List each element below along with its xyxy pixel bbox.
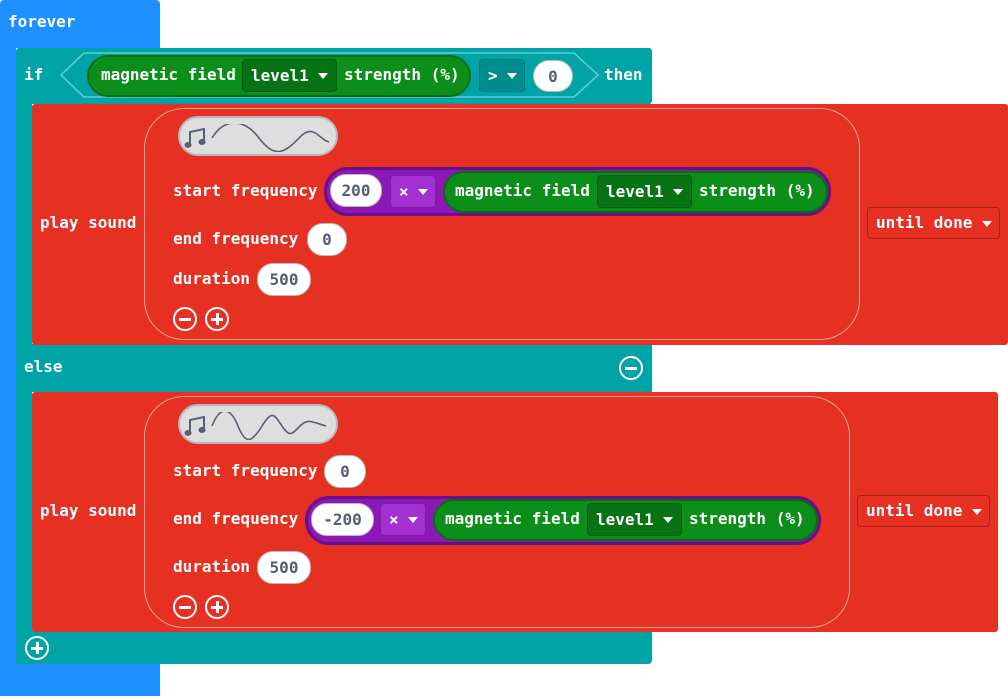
- chevron-down-icon: [318, 73, 328, 79]
- waveform-icon: [211, 124, 330, 152]
- start-frequency-input[interactable]: 0: [324, 455, 366, 488]
- operator-dropdown[interactable]: >: [479, 59, 525, 92]
- magnetic-field-label: magnetic field: [455, 181, 590, 200]
- end-frequency-input[interactable]: 0: [307, 223, 347, 256]
- end-frequency-input[interactable]: -200: [311, 503, 374, 536]
- if-label: if: [24, 65, 44, 84]
- duration-label: duration: [173, 557, 251, 576]
- math-operator-dropdown[interactable]: ×: [390, 175, 436, 208]
- waveform-icon: [211, 412, 327, 440]
- math-operator-value: ×: [389, 510, 399, 529]
- chevron-down-icon: [982, 221, 992, 227]
- start-frequency-label: start frequency: [173, 181, 318, 200]
- axis-dropdown[interactable]: level1: [242, 59, 337, 92]
- end-frequency-label: end frequency: [173, 229, 299, 248]
- start-frequency-label: start frequency: [173, 461, 318, 480]
- sound-effect-preview-1[interactable]: [178, 116, 338, 156]
- axis-dropdown-value: level1: [596, 510, 654, 529]
- play-sound-label: play sound: [40, 501, 137, 520]
- strength-label: strength (%): [689, 509, 805, 528]
- chevron-down-icon: [408, 517, 418, 523]
- magnetic-field-label: magnetic field: [101, 65, 236, 84]
- chevron-down-icon: [663, 517, 673, 523]
- play-sound-label: play sound: [40, 213, 137, 232]
- plus-circle-icon[interactable]: [25, 636, 49, 660]
- math-operator-value: ×: [399, 182, 409, 201]
- chevron-down-icon: [673, 189, 683, 195]
- if-block-bottom: [16, 630, 652, 664]
- music-note-icon: [184, 415, 206, 436]
- math-operator-dropdown[interactable]: ×: [380, 503, 426, 536]
- minus-circle-icon[interactable]: [173, 307, 197, 331]
- compare-value-input[interactable]: 0: [533, 60, 573, 92]
- duration-input[interactable]: 500: [257, 551, 311, 584]
- else-row: [16, 344, 652, 392]
- plus-circle-icon[interactable]: [205, 307, 229, 331]
- strength-label: strength (%): [344, 65, 460, 84]
- duration-input[interactable]: 500: [257, 263, 311, 296]
- strength-label: strength (%): [699, 181, 815, 200]
- minus-circle-icon[interactable]: [173, 595, 197, 619]
- axis-dropdown[interactable]: level1: [587, 503, 682, 536]
- start-frequency-input[interactable]: 200: [330, 174, 382, 207]
- operator-value: >: [488, 66, 498, 85]
- sound-effect-preview-2[interactable]: [178, 404, 338, 444]
- duration-label: duration: [173, 269, 251, 288]
- forever-label: forever: [8, 12, 76, 31]
- axis-dropdown-value: level1: [606, 182, 664, 201]
- else-label: else: [24, 357, 63, 376]
- then-label: then: [604, 65, 643, 84]
- chevron-down-icon: [418, 189, 428, 195]
- play-mode-value: until done: [866, 501, 963, 520]
- play-mode-dropdown[interactable]: until done: [867, 207, 1000, 239]
- end-frequency-label: end frequency: [173, 509, 299, 528]
- magnetic-field-label: magnetic field: [445, 509, 580, 528]
- plus-circle-icon[interactable]: [205, 595, 229, 619]
- axis-dropdown[interactable]: level1: [597, 175, 692, 208]
- forever-block-bottom: [0, 660, 160, 696]
- chevron-down-icon: [972, 509, 982, 515]
- forever-block-spine: [0, 44, 16, 696]
- play-mode-dropdown[interactable]: until done: [857, 495, 990, 527]
- chevron-down-icon: [507, 73, 517, 79]
- minus-circle-icon[interactable]: [619, 356, 643, 380]
- play-mode-value: until done: [876, 213, 973, 232]
- music-note-icon: [184, 127, 206, 148]
- axis-dropdown-value: level1: [251, 66, 309, 85]
